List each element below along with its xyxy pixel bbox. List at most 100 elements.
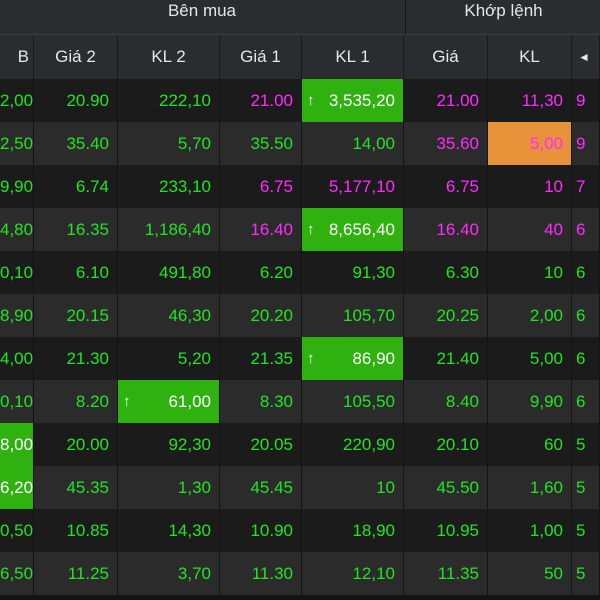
cell-value: 491,80 (159, 263, 211, 282)
cell-value: 35.50 (250, 134, 293, 153)
cell-value: 45.35 (66, 478, 109, 497)
cell-col-scroll: 6 (572, 251, 600, 294)
cell-value: 6 (576, 392, 586, 411)
table-row[interactable]: 2,00 20.90 222,10 21.00 ↑ 3,535,20 21.00 11,30 9 (0, 79, 600, 122)
arrow-up-icon: ↑ (307, 221, 315, 238)
cell-value: 5,00 (529, 134, 563, 153)
cell-col-kl-1: 14,00 (302, 122, 404, 165)
cell-col-kl-2: 1,186,40 (118, 208, 220, 251)
cell-col-scroll: 7 (572, 165, 600, 208)
table-row[interactable]: 0,10 6.10 491,80 6.20 91,30 6.30 10 6 (0, 251, 600, 294)
table-row[interactable]: 8,90 20.15 46,30 20.20 105,70 20.25 2,00 6 (0, 294, 600, 337)
table-row[interactable]: 8,00 20.00 92,30 20.05 220,90 20.10 60 5 (0, 423, 600, 466)
table-row[interactable]: 2,50 35.40 5,70 35.50 14,00 35.60 5,00 9 (0, 122, 600, 165)
table-row[interactable]: 0,10 8.20 ↑ 61,00 8.30 105,50 8.40 9,90 6 (0, 380, 600, 423)
cell-value: 10.85 (66, 521, 109, 540)
cell-value: 40 (544, 220, 563, 239)
cell-col-kl: 5,00 (488, 337, 572, 380)
cell-col-kl: 5,00 (488, 122, 572, 165)
cell-col-gia-2: 16.35 (34, 208, 118, 251)
cell-col-b: 0,50 (0, 509, 34, 552)
cell-col-kl-1: 220,90 (302, 423, 404, 466)
cell-value: 6 (576, 263, 586, 282)
cell-value: 8.40 (445, 392, 479, 411)
group-header-row: Bên mua Khớp lệnh (0, 0, 600, 34)
cell-col-scroll: 5 (572, 509, 600, 552)
cell-col-b: 4,80 (0, 208, 34, 251)
cell-value: 5,177,10 (328, 177, 395, 196)
table-row[interactable]: 0,50 10.85 14,30 10.90 18,90 10.95 1,00 5 (0, 509, 600, 552)
cell-col-kl-1: ↑ 8,656,40 (302, 208, 404, 251)
cell-value: 50 (544, 564, 563, 583)
cell-value: 20.20 (250, 306, 293, 325)
cell-col-scroll: 5 (572, 552, 600, 595)
cell-value: 35.40 (66, 134, 109, 153)
cell-col-gia: 11.35 (404, 552, 488, 595)
cell-col-gia-2: 6.10 (34, 251, 118, 294)
cell-col-scroll: 6 (572, 337, 600, 380)
cell-col-kl: 2,00 (488, 294, 572, 337)
cell-col-gia-1: 8.30 (220, 380, 302, 423)
cell-value: 7 (576, 177, 586, 196)
cell-value: 8.30 (259, 392, 293, 411)
cell-value: 6.75 (259, 177, 293, 196)
table-row[interactable]: 9,90 6.74 233,10 6.75 5,177,10 6.75 10 7 (0, 165, 600, 208)
cell-col-kl: 40 (488, 208, 572, 251)
arrow-up-icon: ↑ (307, 350, 315, 367)
cell-value: 2,00 (529, 306, 563, 325)
cell-col-kl-1: ↑ 3,535,20 (302, 79, 404, 122)
header-col-kl-1: KL 1 (302, 35, 404, 79)
header-col-kl-2: KL 2 (118, 35, 220, 79)
cell-value: 61,00 (168, 392, 211, 411)
cell-value: 105,70 (343, 306, 395, 325)
table-row[interactable]: 6,20 45.35 1,30 45.45 10 45.50 1,60 5 (0, 466, 600, 509)
cell-value: 92,30 (168, 435, 211, 454)
cell-value: 5,00 (529, 349, 563, 368)
cell-col-kl-2: ↑ 61,00 (118, 380, 220, 423)
cell-col-gia-1: 10.90 (220, 509, 302, 552)
table-row[interactable]: 4,00 21.30 5,20 21.35 ↑ 86,90 21.40 5,00 6 (0, 337, 600, 380)
cell-value: 11.25 (67, 564, 109, 583)
table-row[interactable]: 6,50 11.25 3,70 11.30 12,10 11.35 50 5 (0, 552, 600, 595)
table-row[interactable]: 4,80 16.35 1,186,40 16.40 ↑ 8,656,40 16.40 40 6 (0, 208, 600, 251)
cell-col-kl: 60 (488, 423, 572, 466)
header-col-b: B (0, 35, 34, 79)
cell-col-gia: 6.30 (404, 251, 488, 294)
cell-value: 6.10 (75, 263, 109, 282)
cell-value: 60 (544, 435, 563, 454)
cell-value: 8,90 (0, 306, 34, 325)
cell-value: 21.35 (250, 349, 293, 368)
cell-col-gia-1: 6.75 (220, 165, 302, 208)
cell-value: 10.90 (250, 521, 293, 540)
cell-value: 45.50 (436, 478, 479, 497)
arrow-up-icon: ↑ (307, 92, 315, 109)
cell-col-b: 2,00 (0, 79, 34, 122)
cell-value: 20.90 (66, 91, 109, 110)
cell-value: 9,90 (529, 392, 563, 411)
cell-value: 3,70 (177, 564, 211, 583)
header-col-gia-1: Giá 1 (220, 35, 302, 79)
cell-col-gia: 16.40 (404, 208, 488, 251)
cell-value: 220,90 (343, 435, 395, 454)
cell-value: 6 (576, 306, 586, 325)
cell-value: 6,20 (0, 478, 34, 497)
cell-col-gia: 20.25 (404, 294, 488, 337)
scroll-left-icon[interactable]: ◄ (572, 35, 600, 79)
cell-col-gia-1: 20.20 (220, 294, 302, 337)
cell-value: 6.74 (75, 177, 109, 196)
header-col-gia-2: Giá 2 (34, 35, 118, 79)
cell-col-kl: 50 (488, 552, 572, 595)
cell-value: 2,50 (0, 134, 34, 153)
cell-value: 222,10 (159, 91, 211, 110)
cell-value: 20.15 (66, 306, 109, 325)
cell-value: 20.00 (66, 435, 109, 454)
cell-col-b: 8,00 (0, 423, 34, 466)
cell-value: 21.00 (250, 91, 293, 110)
cell-col-scroll: 6 (572, 294, 600, 337)
cell-value: 16.40 (250, 220, 293, 239)
cell-col-b: 9,90 (0, 165, 34, 208)
cell-value: 1,00 (529, 521, 563, 540)
cell-col-gia-1: 21.00 (220, 79, 302, 122)
cell-value: 9 (576, 134, 586, 153)
cell-value: 14,30 (168, 521, 211, 540)
